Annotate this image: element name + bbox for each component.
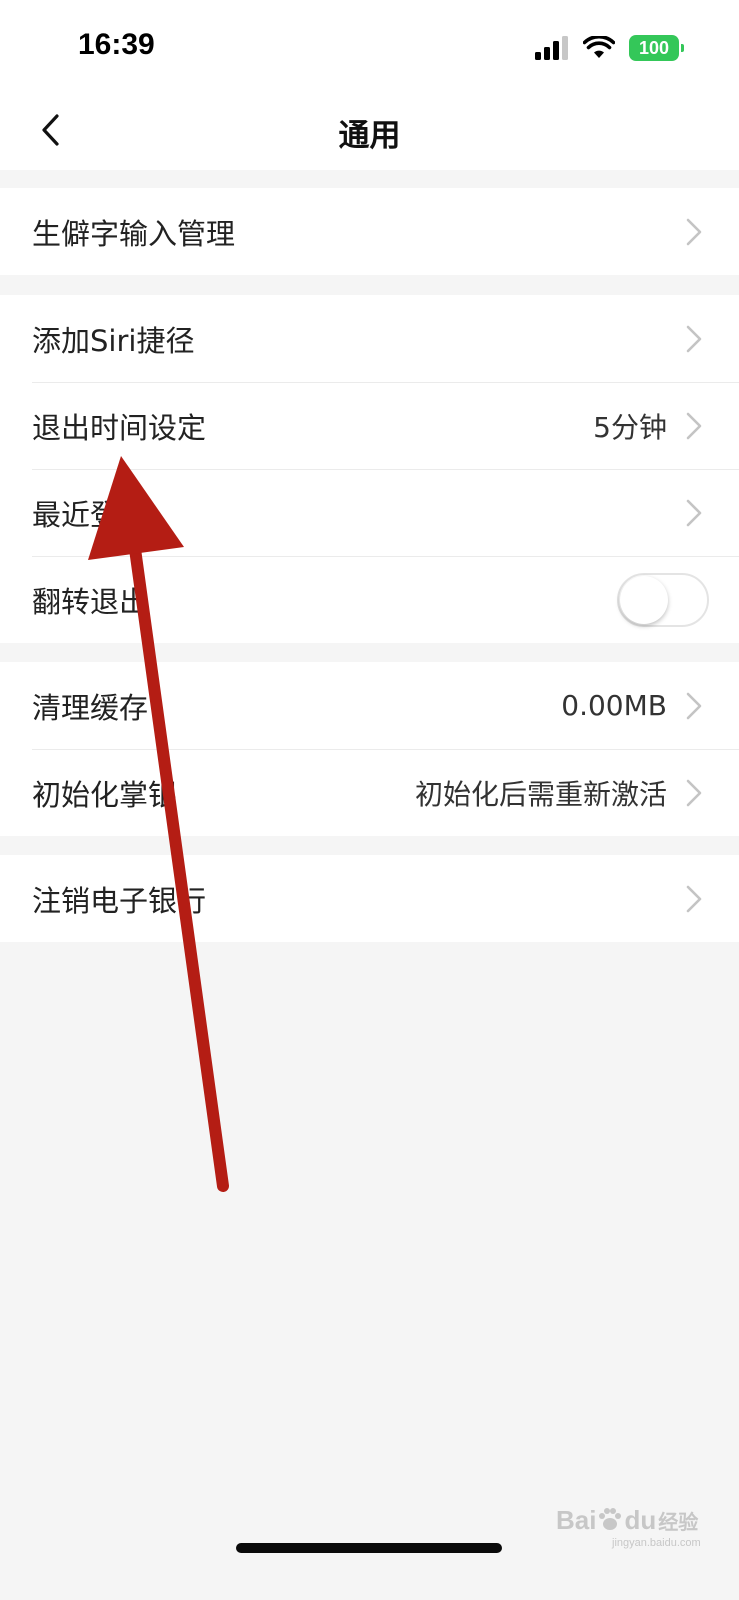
settings-group-3: 清理缓存 0.00MB 初始化掌银 初始化后需重新激活 — [0, 662, 739, 836]
status-icons: 100 — [535, 34, 684, 62]
settings-group-1: 生僻字输入管理 — [0, 188, 739, 275]
home-indicator[interactable] — [236, 1543, 502, 1553]
row-label: 最近登录 — [32, 497, 149, 532]
row-cancel-ebank[interactable]: 注销电子银行 — [0, 855, 739, 942]
watermark-brand-2: du — [624, 1504, 657, 1535]
row-label: 添加Siri捷径 — [32, 323, 195, 358]
battery-indicator: 100 — [629, 35, 684, 61]
row-value: 初始化后需重新激活 — [414, 777, 667, 811]
row-logout-time[interactable]: 退出时间设定 5分钟 — [0, 382, 739, 469]
row-label: 翻转退出 — [32, 584, 149, 619]
paw-icon — [599, 1508, 622, 1530]
status-bar: 16:39 100 — [0, 0, 739, 90]
row-rare-char-input[interactable]: 生僻字输入管理 — [0, 188, 739, 275]
watermark-url: jingyan.baidu.com — [612, 1537, 701, 1549]
baidu-jingyan-watermark: Bai du 经验 — [556, 1500, 698, 1540]
wifi-icon — [583, 36, 615, 58]
row-flip-logout: 翻转退出 — [0, 556, 739, 643]
settings-group-4: 注销电子银行 — [0, 855, 739, 942]
toggle-knob — [620, 575, 668, 624]
page-title: 通用 — [338, 118, 401, 154]
chevron-right-icon — [683, 498, 705, 528]
row-clear-cache[interactable]: 清理缓存 0.00MB — [0, 662, 739, 749]
row-label: 生僻字输入管理 — [32, 216, 236, 251]
row-reset-app[interactable]: 初始化掌银 初始化后需重新激活 — [0, 749, 739, 836]
row-label: 退出时间设定 — [32, 410, 207, 445]
flip-logout-toggle[interactable] — [617, 572, 709, 627]
chevron-right-icon — [683, 691, 705, 721]
chevron-right-icon — [683, 778, 705, 808]
row-value: 0.00MB — [561, 689, 667, 722]
row-value: 5分钟 — [593, 410, 667, 444]
row-label: 注销电子银行 — [32, 883, 207, 918]
status-time: 16:39 — [78, 28, 155, 61]
battery-level: 100 — [638, 37, 670, 58]
row-label: 清理缓存 — [32, 690, 149, 725]
row-recent-login[interactable]: 最近登录 — [0, 469, 739, 556]
chevron-right-icon — [683, 217, 705, 247]
watermark-suffix: 经验 — [658, 1509, 699, 1534]
chevron-right-icon — [683, 411, 705, 441]
row-add-siri-shortcut[interactable]: 添加Siri捷径 — [0, 295, 739, 382]
watermark-brand: Bai — [556, 1504, 597, 1535]
chevron-right-icon — [683, 324, 705, 354]
row-label: 初始化掌银 — [32, 777, 178, 812]
nav-bar: 通用 — [0, 90, 739, 170]
settings-group-2: 添加Siri捷径 退出时间设定 5分钟 最近登录 翻转退出 — [0, 295, 739, 643]
cellular-signal-icon — [535, 36, 568, 60]
chevron-right-icon — [683, 884, 705, 914]
